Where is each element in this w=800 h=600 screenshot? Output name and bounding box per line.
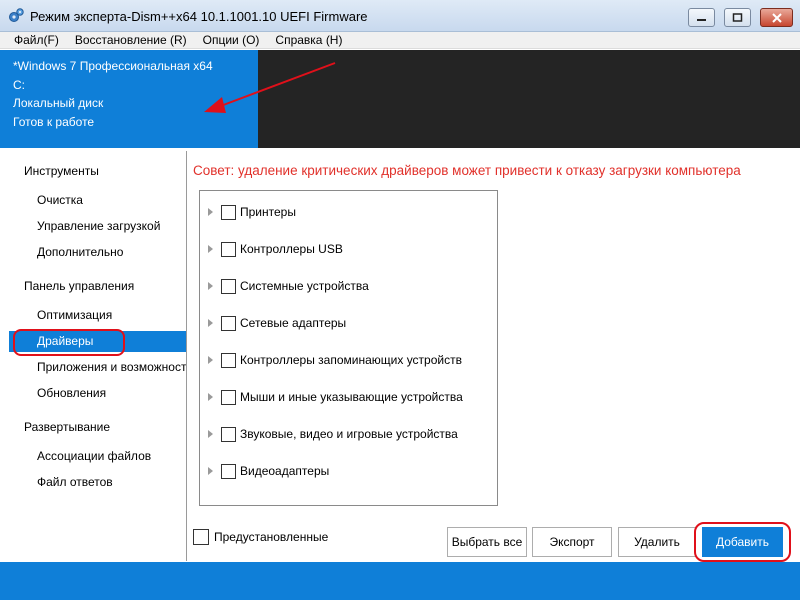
os-name: *Windows 7 Профессиональная x64 (13, 59, 213, 73)
annotation-arrow (204, 62, 336, 113)
status-bar (0, 562, 800, 600)
category-checkbox[interactable] (221, 205, 236, 220)
select-all-button[interactable]: Выбрать все (447, 527, 527, 557)
category-label: Контроллеры запоминающих устройств (240, 353, 462, 367)
category-checkbox[interactable] (221, 390, 236, 405)
category-checkbox[interactable] (221, 353, 236, 368)
sidebar-item-cleanup[interactable]: Очистка (9, 190, 186, 211)
export-button[interactable]: Экспорт (532, 527, 612, 557)
sidebar-item-apps-features[interactable]: Приложения и возможности (9, 357, 186, 378)
category-checkbox[interactable] (221, 279, 236, 294)
category-label: Сетевые адаптеры (240, 316, 347, 330)
sidebar-group-deployment: Развертывание (24, 420, 111, 434)
sidebar: Инструменты Очистка Управление загрузкой… (9, 151, 187, 561)
gears-icon (9, 8, 24, 22)
minimize-icon (697, 19, 706, 21)
menu-restore[interactable]: Восстановление (R) (75, 33, 187, 47)
drive-letter: C: (13, 78, 25, 92)
tree-item[interactable]: Контроллеры запоминающих устройств (200, 350, 497, 370)
tree-item[interactable]: Звуковые, видео и игровые устройства (200, 424, 497, 444)
left-margin (0, 148, 9, 562)
menu-help[interactable]: Справка (H) (275, 33, 342, 47)
menu-options[interactable]: Опции (O) (203, 33, 260, 47)
category-checkbox[interactable] (221, 427, 236, 442)
expand-arrow-icon[interactable] (208, 467, 213, 475)
preinstalled-checkbox[interactable] (193, 529, 209, 545)
sidebar-item-file-associations[interactable]: Ассоциации файлов (9, 446, 186, 467)
expand-arrow-icon[interactable] (208, 356, 213, 364)
sidebar-item-answer-file[interactable]: Файл ответов (9, 472, 186, 493)
sidebar-group-control-panel: Панель управления (24, 279, 135, 293)
tip-message: Совет: удаление критических драйверов мо… (193, 163, 741, 178)
add-button-highlight-annotation (694, 522, 791, 562)
drivers-highlight-annotation (13, 329, 125, 356)
menu-file[interactable]: Файл(F) (14, 33, 59, 47)
maximize-button[interactable] (724, 8, 751, 27)
category-label: Мыши и иные указывающие устройства (240, 390, 463, 404)
tree-item[interactable]: Системные устройства (200, 276, 497, 296)
session-status: Готов к работе (13, 115, 95, 129)
category-label: Принтеры (240, 205, 296, 219)
tree-item[interactable]: Мыши и иные указывающие устройства (200, 387, 497, 407)
tree-item[interactable]: Принтеры (200, 202, 497, 222)
tree-item[interactable]: Сетевые адаптеры (200, 313, 497, 333)
expand-arrow-icon[interactable] (208, 282, 213, 290)
sidebar-item-boot-management[interactable]: Управление загрузкой (9, 216, 186, 237)
category-label: Контроллеры USB (240, 242, 343, 256)
expand-arrow-icon[interactable] (208, 208, 213, 216)
sidebar-item-optimization[interactable]: Оптимизация (9, 305, 186, 326)
close-icon (771, 12, 782, 23)
minimize-button[interactable] (688, 8, 715, 27)
sidebar-group-tools: Инструменты (24, 164, 99, 178)
maximize-icon (732, 13, 743, 22)
disk-name: Локальный диск (13, 96, 104, 110)
expand-arrow-icon[interactable] (208, 319, 213, 327)
tree-item[interactable]: Видеоадаптеры (200, 461, 497, 481)
expand-arrow-icon[interactable] (208, 430, 213, 438)
expand-arrow-icon[interactable] (208, 393, 213, 401)
category-checkbox[interactable] (221, 316, 236, 331)
window-title: Режим эксперта-Dism++x64 10.1.1001.10 UE… (30, 9, 368, 24)
close-button[interactable] (760, 8, 793, 27)
driver-category-tree: Принтеры Контроллеры USB Системные устро… (199, 190, 498, 506)
sidebar-item-additional[interactable]: Дополнительно (9, 242, 186, 263)
tree-item[interactable]: Контроллеры USB (200, 239, 497, 259)
expand-arrow-icon[interactable] (208, 245, 213, 253)
title-bar: Режим эксперта-Dism++x64 10.1.1001.10 UE… (0, 0, 800, 32)
category-label: Звуковые, видео и игровые устройства (240, 427, 458, 441)
preinstalled-label[interactable]: Предустановленные (214, 530, 328, 544)
category-label: Системные устройства (240, 279, 369, 293)
category-label: Видеоадаптеры (240, 464, 330, 478)
delete-button[interactable]: Удалить (618, 527, 696, 557)
sidebar-item-updates[interactable]: Обновления (9, 383, 186, 404)
menu-bar: Файл(F) Восстановление (R) Опции (O) Спр… (0, 32, 800, 49)
category-checkbox[interactable] (221, 242, 236, 257)
category-checkbox[interactable] (221, 464, 236, 479)
